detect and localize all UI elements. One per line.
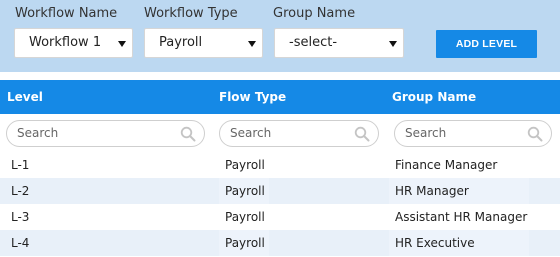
search-row: Search Search Search <box>0 114 560 152</box>
search-icon <box>354 126 370 142</box>
group-name-label: Group Name <box>273 6 356 21</box>
search-placeholder: Search <box>230 126 272 140</box>
level-cell: L-4 <box>11 236 30 250</box>
workflow-name-select[interactable]: Workflow 1 <box>14 28 133 58</box>
search-placeholder: Search <box>17 126 59 140</box>
table-row[interactable]: L-2 Payroll HR Manager <box>0 178 560 204</box>
search-icon <box>180 126 196 142</box>
flow-type-cell: Payroll <box>219 178 269 204</box>
group-name-cell: HR Executive <box>389 230 529 256</box>
flow-type-cell: Payroll <box>219 230 269 256</box>
workflow-name-label: Workflow Name <box>15 6 118 21</box>
search-placeholder: Search <box>405 126 447 140</box>
divider <box>0 72 560 80</box>
level-cell: L-3 <box>11 210 30 224</box>
table-row[interactable]: L-1 Payroll Finance Manager <box>0 152 560 178</box>
add-level-button[interactable]: ADD LEVEL <box>436 30 537 58</box>
column-header-level: Level <box>7 90 43 104</box>
flow-type-search-input[interactable]: Search <box>219 120 379 147</box>
group-name-cell: HR Manager <box>389 178 529 204</box>
search-icon <box>527 126 543 142</box>
flow-type-cell: Payroll <box>219 204 269 230</box>
group-name-search-input[interactable]: Search <box>394 120 552 147</box>
workflow-type-select[interactable]: Payroll <box>144 28 263 58</box>
column-header-flow-type: Flow Type <box>219 90 287 104</box>
column-header-group-name: Group Name <box>392 90 477 104</box>
group-name-cell: Finance Manager <box>389 152 529 178</box>
workflow-type-value: Payroll <box>159 35 203 50</box>
group-name-select[interactable]: -select- <box>274 28 404 58</box>
chevron-down-icon <box>389 41 397 47</box>
level-cell: L-2 <box>11 184 30 198</box>
filter-bar: Workflow Name Workflow Type Group Name W… <box>0 0 560 72</box>
table-row[interactable]: L-4 Payroll HR Executive <box>0 230 560 256</box>
table-row[interactable]: L-3 Payroll Assistant HR Manager <box>0 204 560 230</box>
group-name-value: -select- <box>289 35 338 50</box>
table-header: Level Flow Type Group Name <box>0 80 560 114</box>
chevron-down-icon <box>118 41 126 47</box>
workflow-name-value: Workflow 1 <box>29 35 102 50</box>
flow-type-cell: Payroll <box>219 152 269 178</box>
chevron-down-icon <box>248 41 256 47</box>
workflow-type-label: Workflow Type <box>144 6 238 21</box>
level-cell: L-1 <box>11 158 30 172</box>
level-search-input[interactable]: Search <box>6 120 205 147</box>
group-name-cell: Assistant HR Manager <box>389 204 529 230</box>
